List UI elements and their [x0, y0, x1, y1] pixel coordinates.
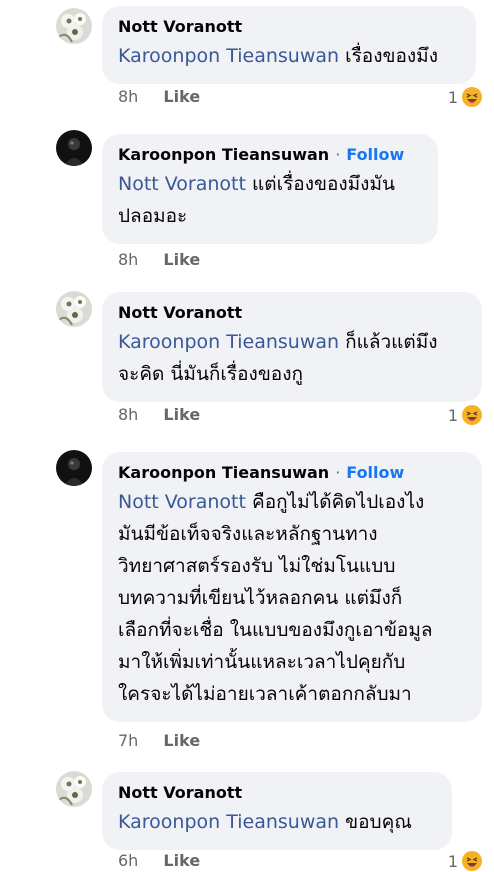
- follow-button[interactable]: Follow: [346, 463, 404, 482]
- comment-text: Karoonpon Tieansuwan เรื่องของมึง: [118, 40, 460, 72]
- avatar-nott[interactable]: [56, 8, 92, 44]
- comment-meta: 8h Like: [118, 250, 200, 269]
- reaction-summary[interactable]: 1: [448, 404, 482, 426]
- author-line: Karoonpon Tieansuwan · Follow: [118, 144, 422, 166]
- avatar-nott[interactable]: [56, 291, 92, 327]
- follow-button[interactable]: Follow: [346, 145, 404, 164]
- comment-line: จะคิด นี่มันก็เรื่องของกู: [118, 363, 303, 385]
- author-line: Nott Voranott: [118, 16, 460, 38]
- timestamp[interactable]: 8h: [118, 405, 138, 424]
- comment-line: คือกูไม่ได้คิดไปเองไง: [252, 491, 425, 513]
- like-button[interactable]: Like: [163, 250, 200, 269]
- avatar-nott[interactable]: [56, 771, 92, 807]
- comment-bubble: Karoonpon Tieansuwan · Follow Nott Voranot…: [102, 452, 482, 722]
- mention-link[interactable]: Nott Voranott: [118, 491, 246, 513]
- timestamp[interactable]: 7h: [118, 731, 138, 750]
- comment-meta: 8h Like: [118, 405, 200, 424]
- haha-emoji-icon: [462, 87, 482, 107]
- separator-dot: ·: [335, 463, 341, 482]
- comment-author[interactable]: Nott Voranott: [118, 17, 242, 36]
- comment-line: ก็แล้วแต่มึง: [345, 331, 438, 353]
- haha-emoji-icon: [462, 405, 482, 425]
- like-button[interactable]: Like: [163, 405, 200, 424]
- comment-line: มาให้เพิ่มเท่านั้นแหละเวลาไปคุยกับ: [118, 651, 406, 673]
- separator-dot: ·: [335, 145, 341, 164]
- dark-avatar-icon: [56, 450, 92, 486]
- comment-text: Nott Voranott คือกูไม่ได้คิดไปเองไง มันม…: [118, 486, 466, 710]
- comment-meta: 7h Like: [118, 731, 200, 750]
- comment-author[interactable]: Nott Voranott: [118, 303, 242, 322]
- comment-line: เลือกที่จะเชื่อ ในแบบของมึงกูเอาข้อมูล: [118, 619, 433, 641]
- comment-line: เรื่องของมึง: [345, 45, 438, 67]
- comment-bubble: Nott Voranott Karoonpon Tieansuwan เรื่อ…: [102, 6, 476, 84]
- author-line: Nott Voranott: [118, 782, 436, 804]
- author-line: Nott Voranott: [118, 302, 466, 324]
- comment-text: Nott Voranott แต่เรื่องของมึงมัน ปลอมอะ: [118, 168, 422, 232]
- dark-avatar-icon: [56, 130, 92, 166]
- comment-line: วิทยาศาสตร์รองรับ ไม่ใช่มโนแบบ: [118, 555, 396, 577]
- mention-link[interactable]: Nott Voranott: [118, 173, 246, 195]
- comment-bubble: Karoonpon Tieansuwan · Follow Nott Voranot…: [102, 134, 438, 244]
- reaction-summary[interactable]: 1: [448, 86, 482, 108]
- timestamp[interactable]: 8h: [118, 87, 138, 106]
- comment-line: บทความที่เขียนไว้หลอกคน แต่มึงก็: [118, 587, 403, 609]
- flower-avatar-icon: [56, 8, 92, 44]
- comment-author[interactable]: Karoonpon Tieansuwan: [118, 463, 329, 482]
- avatar-karoonpon[interactable]: [56, 130, 92, 166]
- like-button[interactable]: Like: [163, 87, 200, 106]
- like-button[interactable]: Like: [163, 731, 200, 750]
- timestamp[interactable]: 6h: [118, 851, 138, 870]
- reaction-count: 1: [447, 87, 458, 107]
- mention-link[interactable]: Karoonpon Tieansuwan: [118, 45, 339, 67]
- comment-meta: 6h Like: [118, 851, 200, 870]
- comment-line: มันมีข้อเท็จจริงและหลักฐานทาง: [118, 523, 378, 545]
- flower-avatar-icon: [56, 771, 92, 807]
- comment-author[interactable]: Nott Voranott: [118, 783, 242, 802]
- like-button[interactable]: Like: [163, 851, 200, 870]
- comment-author[interactable]: Karoonpon Tieansuwan: [118, 145, 329, 164]
- comment-meta: 8h Like: [118, 87, 200, 106]
- comment-bubble: Nott Voranott Karoonpon Tieansuwan ขอบคุ…: [102, 772, 452, 850]
- comment-line: ขอบคุณ: [345, 811, 412, 833]
- comment-text: Karoonpon Tieansuwan ก็แล้วแต่มึง จะคิด …: [118, 326, 466, 390]
- reaction-count: 1: [447, 405, 458, 425]
- haha-emoji-icon: [462, 851, 482, 871]
- comment-line: ใครจะได้ไม่อายเวลาเค้าตอกกลับมา: [118, 683, 412, 705]
- comment-text: Karoonpon Tieansuwan ขอบคุณ: [118, 806, 436, 838]
- mention-link[interactable]: Karoonpon Tieansuwan: [118, 331, 339, 353]
- comment-bubble: Nott Voranott Karoonpon Tieansuwan ก็แล้…: [102, 292, 482, 402]
- flower-avatar-icon: [56, 291, 92, 327]
- avatar-karoonpon[interactable]: [56, 450, 92, 486]
- comment-line: ปลอมอะ: [118, 205, 188, 227]
- author-line: Karoonpon Tieansuwan · Follow: [118, 462, 466, 484]
- reaction-summary[interactable]: 1: [448, 850, 482, 872]
- mention-link[interactable]: Karoonpon Tieansuwan: [118, 811, 339, 833]
- comment-line: แต่เรื่องของมึงมัน: [252, 173, 395, 195]
- timestamp[interactable]: 8h: [118, 250, 138, 269]
